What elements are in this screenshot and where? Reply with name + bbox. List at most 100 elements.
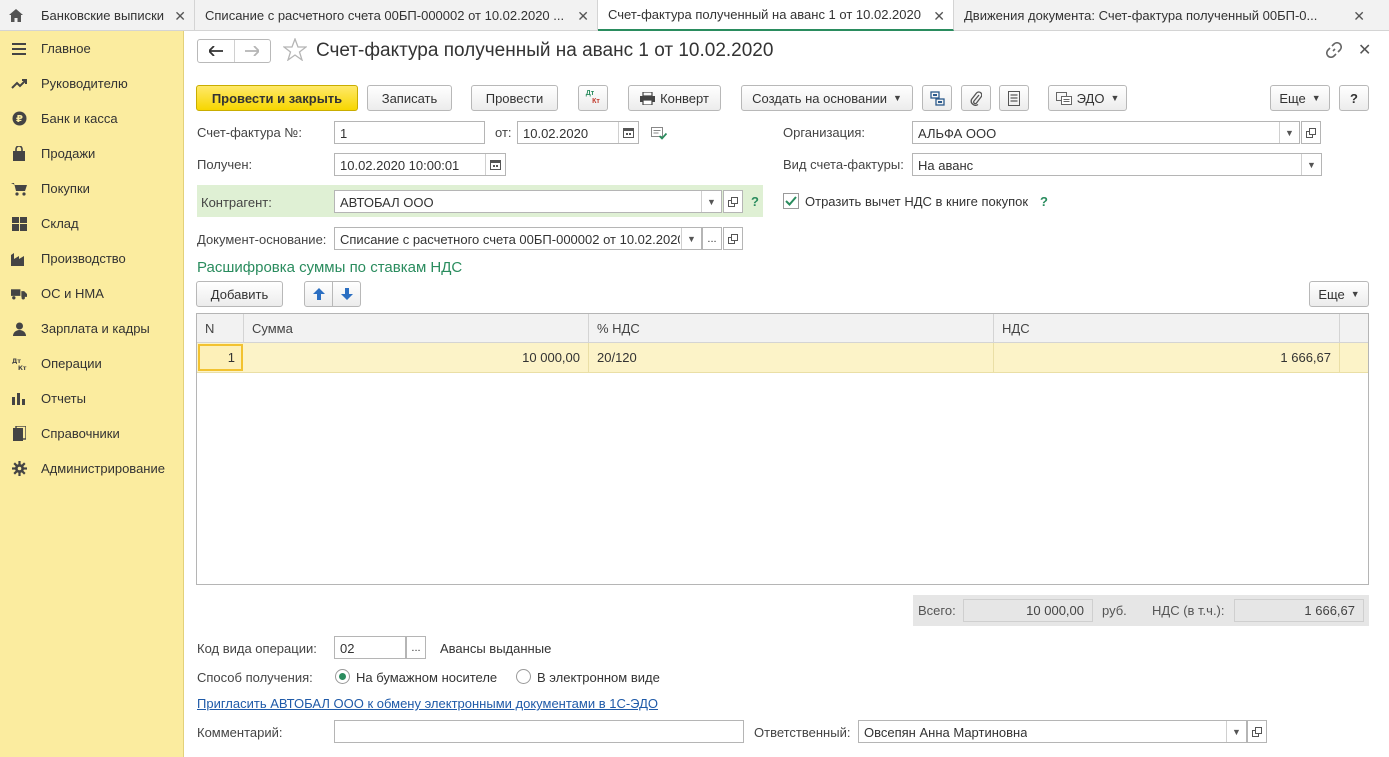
table-row[interactable]: 1 10 000,00 20/120 1 666,67	[197, 343, 1368, 373]
create-based-on-button[interactable]: Создать на основании ▼	[741, 85, 913, 111]
comment-field[interactable]	[334, 720, 744, 743]
sidebar-item-references[interactable]: Справочники	[0, 416, 184, 451]
responsible-field[interactable]: Овсепян Анна Мартиновна ▼	[858, 720, 1247, 743]
trend-icon	[11, 76, 27, 92]
move-up-button[interactable]	[304, 281, 333, 307]
more-button[interactable]: Еще ▼	[1270, 85, 1330, 111]
sidebar-item-sales[interactable]: Продажи	[0, 136, 184, 171]
open-organization-button[interactable]	[1301, 121, 1321, 144]
sidebar-item-operations[interactable]: Дт Кт Операции	[0, 346, 184, 381]
structure-button[interactable]	[922, 85, 952, 111]
sidebar-item-warehouse[interactable]: Склад	[0, 206, 184, 241]
tab-write-off[interactable]: Списание с расчетного счета 00БП-000002 …	[195, 0, 598, 31]
comment-label: Комментарий:	[197, 725, 283, 740]
close-icon[interactable]: ✕	[933, 8, 945, 25]
receipt-electronic-label: В электронном виде	[537, 670, 660, 685]
sidebar-item-fixed-assets[interactable]: ОС и НМА	[0, 276, 184, 311]
sidebar-item-production[interactable]: Производство	[0, 241, 184, 276]
sidebar-item-main[interactable]: Главное	[0, 31, 184, 66]
column-header-sum[interactable]: Сумма	[244, 314, 589, 343]
sidebar-item-label: Зарплата и кадры	[41, 321, 150, 336]
move-down-button[interactable]	[332, 281, 361, 307]
operation-code-field[interactable]: 02	[334, 636, 406, 659]
base-document-value: Списание с расчетного счета 00БП-000002 …	[340, 232, 680, 247]
radio-selected-dot	[339, 673, 346, 680]
operation-code-description: Авансы выданные	[440, 641, 552, 656]
rate-cell[interactable]: 20/120	[589, 343, 994, 372]
favorite-star-icon[interactable]	[282, 37, 308, 64]
sidebar-item-bank[interactable]: ₽ Банк и касса	[0, 101, 184, 136]
receipt-method-label: Способ получения:	[197, 670, 313, 685]
counterparty-help-icon[interactable]: ?	[751, 194, 759, 209]
invoice-date-value: 10.02.2020	[523, 126, 589, 141]
home-button[interactable]	[0, 0, 31, 31]
close-icon[interactable]: ✕	[577, 8, 589, 25]
base-document-field[interactable]: Списание с расчетного счета 00БП-000002 …	[334, 227, 702, 250]
help-button[interactable]: ?	[1339, 85, 1369, 111]
receipt-paper-radio[interactable]	[335, 669, 350, 684]
receipt-electronic-radio[interactable]	[516, 669, 531, 684]
sidebar-item-salary[interactable]: Зарплата и кадры	[0, 311, 184, 346]
invoice-number-field[interactable]: 1	[334, 121, 485, 144]
close-icon[interactable]: ✕	[1353, 8, 1365, 25]
close-icon[interactable]: ✕	[1358, 40, 1371, 60]
post-button[interactable]: Провести	[471, 85, 558, 111]
organization-field[interactable]: АЛЬФА ООО ▼	[912, 121, 1300, 144]
reflect-vat-label: Отразить вычет НДС в книге покупок	[805, 194, 1029, 209]
reflect-vat-checkbox[interactable]	[783, 193, 799, 209]
envelope-button[interactable]: Конверт	[628, 85, 721, 111]
tab-document-movements[interactable]: Движения документа: Счет-фактура получен…	[954, 0, 1389, 31]
row-number-cell[interactable]: 1	[198, 344, 243, 371]
reflect-vat-help-icon[interactable]: ?	[1040, 194, 1048, 209]
envelope-label: Конверт	[660, 90, 709, 106]
attach-button[interactable]	[961, 85, 991, 111]
save-button[interactable]: Записать	[367, 85, 452, 111]
operation-code-select-button[interactable]: ...	[406, 636, 426, 659]
tab-bank-statements[interactable]: Банковские выписки ✕	[31, 0, 195, 31]
tab-label: Движения документа: Счет-фактура получен…	[964, 8, 1318, 23]
invite-edo-link[interactable]: Пригласить АВТОБАЛ ООО к обмену электрон…	[197, 696, 658, 711]
received-date-field[interactable]: 10.02.2020 10:00:01	[334, 153, 506, 176]
sidebar-item-manager[interactable]: Руководителю	[0, 66, 184, 101]
hierarchy-icon	[929, 90, 945, 106]
invoice-kind-select[interactable]: На аванс ▼	[912, 153, 1322, 176]
caret-down-icon[interactable]: ▼	[1226, 721, 1246, 742]
vat-table: N Сумма % НДС НДС 1 10 000,00 20/120 1 6…	[196, 313, 1369, 585]
date-from-label: от:	[495, 125, 512, 140]
base-document-select-button[interactable]: ...	[702, 227, 722, 250]
counterparty-value: АВТОБАЛ ООО	[340, 195, 434, 210]
column-header-vat[interactable]: НДС	[994, 314, 1340, 343]
caret-down-icon[interactable]: ▼	[1279, 122, 1299, 143]
open-icon	[1306, 127, 1316, 138]
column-header-n[interactable]: N	[197, 314, 244, 343]
dt-kt-button[interactable]: Дт Кт	[578, 85, 608, 111]
edo-button[interactable]: ЭДО ▼	[1048, 85, 1127, 111]
open-counterparty-button[interactable]	[723, 190, 743, 213]
open-base-document-button[interactable]	[723, 227, 743, 250]
calendar-icon[interactable]	[485, 154, 505, 175]
sidebar-item-admin[interactable]: Администрирование	[0, 451, 184, 486]
close-icon[interactable]: ✕	[174, 8, 186, 25]
counterparty-field[interactable]: АВТОБАЛ ООО ▼	[334, 190, 722, 213]
document-list-button[interactable]	[999, 85, 1029, 111]
sum-cell[interactable]: 10 000,00	[244, 343, 589, 372]
forward-button[interactable]	[233, 40, 270, 62]
vat-cell[interactable]: 1 666,67	[994, 343, 1340, 372]
add-row-button[interactable]: Добавить	[196, 281, 283, 307]
caret-down-icon[interactable]: ▼	[701, 191, 721, 212]
document-check-icon[interactable]	[651, 127, 668, 143]
post-and-close-button[interactable]: Провести и закрыть	[196, 85, 358, 111]
table-more-button[interactable]: Еще ▼	[1309, 281, 1369, 307]
truck-icon	[11, 286, 27, 302]
link-icon[interactable]	[1325, 41, 1343, 61]
column-header-rate[interactable]: % НДС	[589, 314, 994, 343]
calendar-icon[interactable]	[618, 122, 638, 143]
open-responsible-button[interactable]	[1247, 720, 1267, 743]
sidebar-item-reports[interactable]: Отчеты	[0, 381, 184, 416]
sidebar-item-purchases[interactable]: Покупки	[0, 171, 184, 206]
caret-down-icon[interactable]: ▼	[1301, 154, 1321, 175]
invoice-date-field[interactable]: 10.02.2020	[517, 121, 639, 144]
caret-down-icon[interactable]: ▼	[681, 228, 701, 249]
back-button[interactable]	[198, 40, 234, 62]
tab-invoice-advance[interactable]: Счет-фактура полученный на аванс 1 от 10…	[598, 0, 954, 31]
